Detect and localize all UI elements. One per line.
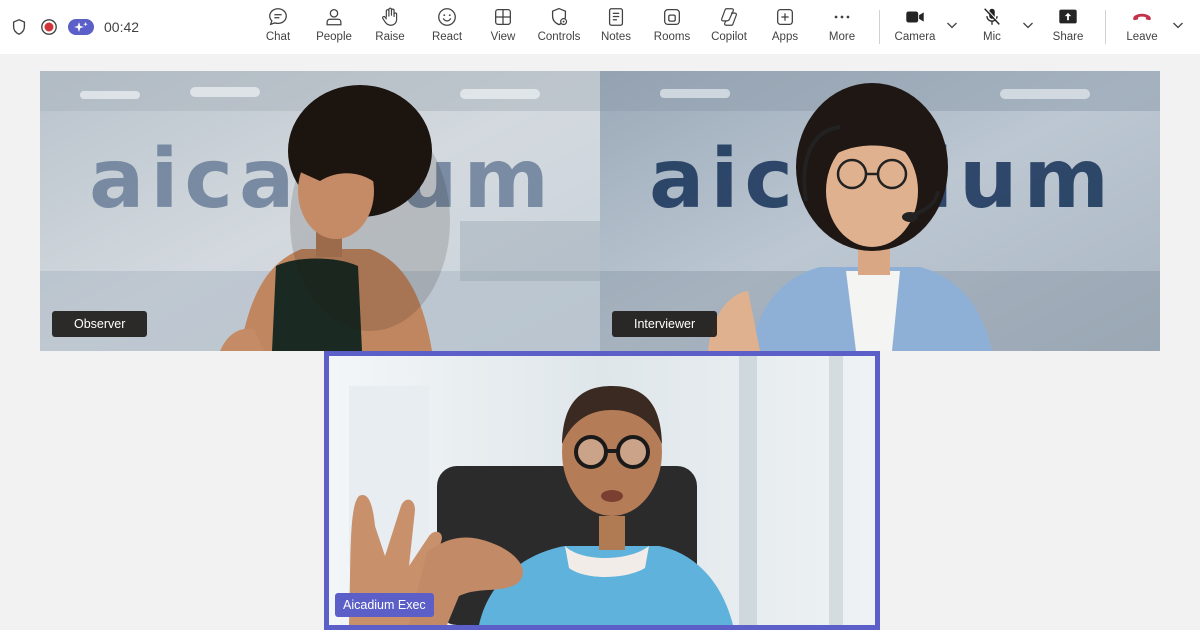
toolbar-divider <box>879 10 880 44</box>
leave-label: Leave <box>1126 31 1158 43</box>
toolbar-divider <box>1105 10 1106 44</box>
react-label: React <box>431 31 463 43</box>
people-button[interactable]: People <box>306 6 362 50</box>
notes-button[interactable]: Notes <box>588 6 644 50</box>
share-button[interactable]: Share <box>1040 6 1096 50</box>
leave-button[interactable]: Leave <box>1114 6 1170 50</box>
raise-hand-icon <box>382 7 398 26</box>
participant-name-tag: Interviewer <box>612 311 718 337</box>
video-tile-exec[interactable]: Aicadium Exec <box>329 356 875 625</box>
leave-options-chevron-icon[interactable] <box>1171 18 1185 32</box>
rooms-icon <box>664 9 680 25</box>
interviewer-video-feed: aicadium <box>600 71 1160 351</box>
rooms-button[interactable]: Rooms <box>644 6 700 50</box>
mic-options-chevron-icon[interactable] <box>1021 18 1035 32</box>
copilot-button[interactable]: Copilot <box>701 6 757 50</box>
shield-icon[interactable] <box>10 18 28 36</box>
share-label: Share <box>1052 31 1084 43</box>
chat-icon <box>269 8 287 26</box>
people-label: People <box>316 31 352 43</box>
video-camera-icon <box>906 11 924 23</box>
raise-hand-button[interactable]: Raise <box>362 6 418 50</box>
view-label: View <box>490 31 516 43</box>
observer-video-feed: aicadium <box>40 71 600 351</box>
share-screen-icon <box>1059 9 1077 24</box>
meeting-timer: 00:42 <box>104 19 140 35</box>
notes-icon <box>608 8 624 26</box>
people-icon <box>326 9 342 26</box>
apps-label: Apps <box>771 31 799 43</box>
shield-gear-icon <box>551 7 568 26</box>
react-button[interactable]: React <box>419 6 475 50</box>
meeting-toolbar: 00:42 Chat People Raise React View Contr… <box>0 0 1200 54</box>
mic-label: Mic <box>983 31 1001 43</box>
participant-name-tag: Aicadium Exec <box>335 593 434 617</box>
meeting-status: 00:42 <box>10 15 139 39</box>
camera-options-chevron-icon[interactable] <box>945 18 959 32</box>
camera-button[interactable]: Camera <box>887 6 943 50</box>
copilot-label: Copilot <box>711 31 747 43</box>
recording-icon[interactable] <box>40 18 58 36</box>
participant-name-tag: Observer <box>52 311 148 337</box>
camera-label: Camera <box>894 31 936 43</box>
add-app-icon <box>777 9 793 25</box>
rooms-label: Rooms <box>653 31 691 43</box>
more-dots-icon <box>834 15 850 19</box>
apps-button[interactable]: Apps <box>757 6 813 50</box>
copilot-sparkle-icon[interactable] <box>68 18 94 36</box>
mic-muted-icon <box>984 7 1001 25</box>
raise-label: Raise <box>375 31 405 43</box>
chat-label: Chat <box>265 31 291 43</box>
video-tile-interviewer[interactable]: aicadium Interviewer <box>600 71 1160 351</box>
copilot-icon <box>721 8 737 26</box>
exec-video-feed <box>329 356 875 625</box>
notes-label: Notes <box>600 31 632 43</box>
more-label: More <box>828 31 856 43</box>
video-tile-observer[interactable]: aicadium Observer <box>40 71 600 351</box>
controls-button[interactable]: Controls <box>531 6 587 50</box>
grid-view-icon <box>495 9 511 25</box>
controls-label: Controls <box>537 31 581 43</box>
more-button[interactable]: More <box>814 6 870 50</box>
view-button[interactable]: View <box>475 6 531 50</box>
mic-button[interactable]: Mic <box>964 6 1020 50</box>
hang-up-phone-icon <box>1133 13 1151 21</box>
chat-button[interactable]: Chat <box>250 6 306 50</box>
smiley-icon <box>438 8 456 26</box>
